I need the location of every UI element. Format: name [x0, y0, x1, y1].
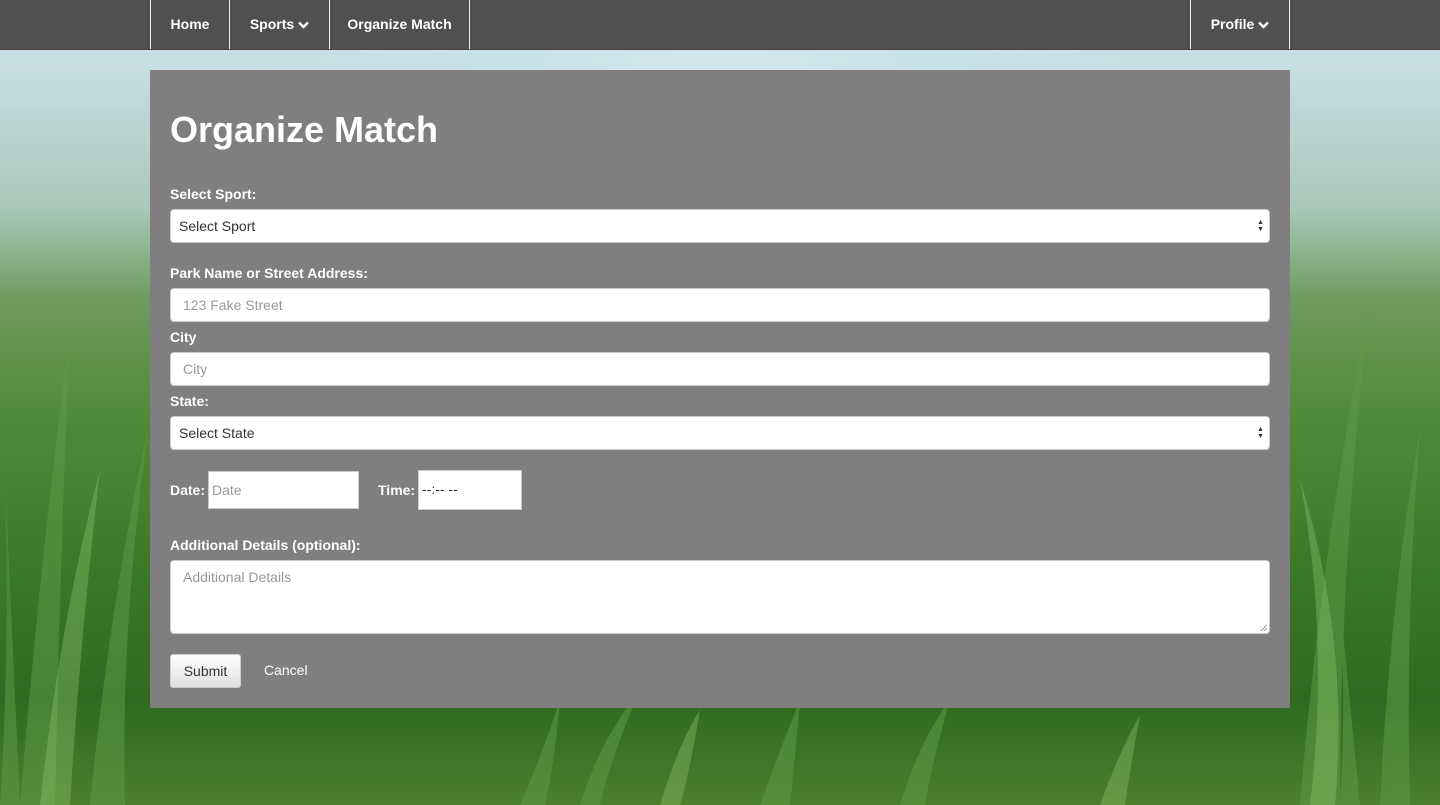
date-label: Date:	[170, 482, 206, 498]
nav-home-label: Home	[170, 16, 210, 32]
time-value: --:-- --	[422, 481, 458, 497]
state-select-value: Select State	[179, 425, 255, 441]
sport-select[interactable]: Select Sport ▲ ▼	[170, 209, 1270, 243]
nav-sports-dropdown[interactable]: Sports	[229, 0, 330, 49]
address-placeholder: 123 Fake Street	[183, 297, 283, 313]
details-placeholder: Additional Details	[183, 569, 292, 585]
state-label: State:	[170, 393, 209, 409]
chevron-down-icon	[1258, 0, 1270, 49]
sport-label: Select Sport:	[170, 186, 257, 202]
time-input[interactable]: --:-- --	[418, 470, 522, 510]
nav-organize-label: Organize Match	[347, 16, 452, 32]
time-label: Time:	[378, 482, 416, 498]
nav-home-link[interactable]: Home	[150, 0, 230, 49]
nav-profile-dropdown[interactable]: Profile	[1190, 0, 1290, 49]
date-input[interactable]: Date	[208, 471, 359, 509]
sport-select-value: Select Sport	[179, 218, 256, 234]
top-navbar: Home Sports Organize Match Profile	[0, 0, 1440, 50]
address-label: Park Name or Street Address:	[170, 265, 368, 281]
resize-handle-icon[interactable]	[1260, 624, 1267, 631]
cancel-label: Cancel	[264, 662, 308, 678]
address-input[interactable]: 123 Fake Street	[170, 288, 1270, 322]
date-placeholder: Date	[212, 482, 242, 498]
page-title: Organize Match	[170, 109, 439, 150]
city-input[interactable]: City	[170, 352, 1270, 386]
details-label: Additional Details (optional):	[170, 537, 361, 553]
chevron-down-icon	[298, 0, 310, 49]
select-arrows-icon: ▲ ▼	[1257, 219, 1264, 233]
details-textarea[interactable]: Additional Details	[170, 560, 1270, 634]
organize-match-panel: Organize Match Select Sport: Select Spor…	[150, 70, 1290, 708]
nav-profile-label: Profile	[1210, 16, 1255, 32]
city-placeholder: City	[183, 361, 208, 377]
cancel-link[interactable]: Cancel	[264, 654, 308, 688]
submit-label: Submit	[183, 663, 228, 679]
submit-button[interactable]: Submit	[170, 654, 241, 688]
nav-organize-link[interactable]: Organize Match	[329, 0, 470, 49]
nav-sports-label: Sports	[249, 16, 295, 32]
city-label: City	[170, 329, 197, 345]
select-arrows-icon: ▲ ▼	[1257, 426, 1264, 440]
state-select[interactable]: Select State ▲ ▼	[170, 416, 1270, 450]
